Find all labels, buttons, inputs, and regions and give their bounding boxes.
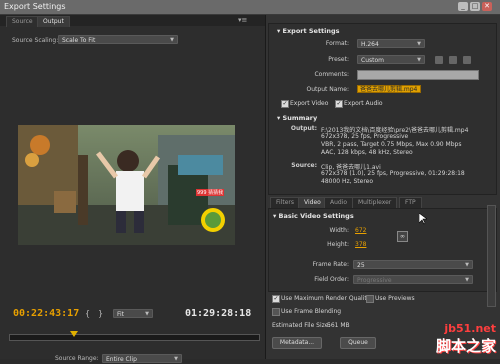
window-title: Export Settings bbox=[4, 2, 66, 11]
mouse-cursor-icon bbox=[419, 213, 427, 225]
maximize-icon[interactable]: □ bbox=[470, 2, 480, 11]
output-audio-info: AAC, 128 kbps, 48 kHz, Stereo bbox=[321, 149, 413, 156]
source-range-value: Entire Clip bbox=[106, 356, 137, 363]
source-summary-label: Source: bbox=[291, 162, 317, 169]
preset-value: Custom bbox=[361, 57, 384, 64]
chevron-down-icon: ▼ bbox=[170, 37, 174, 43]
tab-filters[interactable]: Filters bbox=[270, 197, 300, 208]
use-previews-checkbox[interactable] bbox=[366, 295, 374, 303]
output-bitrate-info: VBR, 2 pass, Target 0.75 Mbps, Max 0.90 … bbox=[321, 141, 462, 148]
file-size-label: Estimated File Size: bbox=[272, 322, 331, 329]
close-icon[interactable]: ✕ bbox=[482, 2, 492, 11]
settings-panel: ▾ Export Settings Format: H.264 ▼ Preset… bbox=[266, 15, 500, 359]
export-settings-panel: ▾ Export Settings Format: H.264 ▼ Preset… bbox=[268, 23, 497, 195]
preview-panel: Source Output ▾≡ Source Scaling: Scale T… bbox=[0, 15, 266, 363]
delete-preset-icon[interactable] bbox=[463, 56, 471, 64]
chevron-down-icon: ▼ bbox=[417, 41, 421, 47]
export-audio-checkbox[interactable]: ✓ bbox=[335, 100, 343, 108]
max-render-quality-checkbox[interactable]: ✓ bbox=[272, 295, 280, 303]
summary-title: ▾ Summary bbox=[277, 114, 318, 122]
watermark-url: jb51.net bbox=[444, 322, 496, 335]
field-order-value: Progressive bbox=[357, 277, 392, 284]
source-scaling-select[interactable]: Scale To Fit ▼ bbox=[58, 35, 178, 44]
file-size-value: 561 MB bbox=[327, 322, 350, 329]
tab-multiplexer[interactable]: Multiplexer bbox=[352, 197, 398, 208]
title-bar: Export Settings _ □ ✕ bbox=[0, 0, 500, 15]
export-video-label: Export Video bbox=[290, 100, 329, 107]
duration-timecode: 01:29:28:18 bbox=[185, 308, 252, 319]
format-value: H.264 bbox=[361, 41, 379, 48]
set-in-icon[interactable]: { bbox=[85, 309, 90, 318]
width-value[interactable]: 672 bbox=[355, 227, 366, 234]
comments-input[interactable] bbox=[357, 70, 479, 80]
output-summary-label: Output: bbox=[290, 125, 317, 132]
video-frame-image bbox=[18, 125, 235, 245]
watermark: jb51.net 脚本之家 bbox=[436, 322, 496, 356]
frame-rate-label: Frame Rate: bbox=[312, 261, 349, 268]
frame-rate-select[interactable]: 25 ▼ bbox=[353, 260, 473, 269]
frame-blending-checkbox[interactable] bbox=[272, 308, 280, 316]
set-out-icon[interactable]: } bbox=[98, 309, 103, 318]
source-video-info: 672x378 (1.0), 25 fps, Progressive, 01:2… bbox=[321, 170, 465, 177]
metadata-button[interactable]: Metadata... bbox=[272, 337, 322, 349]
chevron-down-icon: ▼ bbox=[174, 356, 178, 362]
video-overlay-text: 999 猜猜我 bbox=[196, 189, 225, 196]
field-order-select[interactable]: Progressive ▼ bbox=[353, 275, 473, 284]
playhead-icon[interactable] bbox=[70, 331, 78, 337]
export-audio-label: Export Audio bbox=[344, 100, 383, 107]
tab-output[interactable]: Output bbox=[37, 16, 70, 27]
format-label: Format: bbox=[325, 40, 349, 47]
chevron-down-icon: ▼ bbox=[417, 57, 421, 63]
basic-video-title: ▾ Basic Video Settings bbox=[273, 212, 354, 220]
minimize-icon[interactable]: _ bbox=[458, 2, 468, 11]
timeline-scrubber[interactable] bbox=[9, 331, 260, 341]
settings-scrollbar[interactable] bbox=[487, 205, 496, 307]
height-value[interactable]: 378 bbox=[355, 241, 366, 248]
field-order-label: Field Order: bbox=[314, 276, 349, 283]
output-video-info: 672x378, 25 fps, Progressive bbox=[321, 133, 409, 140]
tab-ftp[interactable]: FTP bbox=[399, 197, 422, 208]
zoom-value: Fit bbox=[117, 311, 125, 318]
chevron-down-icon: ▼ bbox=[465, 262, 469, 268]
tab-source[interactable]: Source bbox=[6, 16, 39, 27]
height-label: Height: bbox=[327, 241, 349, 248]
preset-select[interactable]: Custom ▼ bbox=[357, 55, 425, 64]
preset-label: Preset: bbox=[328, 56, 349, 63]
frame-rate-value: 25 bbox=[357, 262, 365, 269]
max-render-quality-label: Use Maximum Render Quality bbox=[281, 295, 371, 302]
watermark-site-name: 脚本之家 bbox=[435, 337, 496, 355]
export-settings-title: ▾ Export Settings bbox=[277, 27, 340, 35]
tab-audio[interactable]: Audio bbox=[324, 197, 354, 208]
frame-blending-label: Use Frame Blending bbox=[281, 308, 342, 315]
chain-link-icon[interactable]: ∞ bbox=[397, 231, 408, 242]
source-scaling-label: Source Scaling: bbox=[12, 37, 59, 44]
queue-button[interactable]: Queue bbox=[340, 337, 376, 349]
tab-video[interactable]: Video bbox=[298, 197, 327, 208]
zoom-select[interactable]: Fit ▼ bbox=[113, 309, 153, 318]
output-name-label: Output Name: bbox=[306, 86, 349, 93]
current-timecode[interactable]: 00:22:43:17 bbox=[13, 308, 79, 319]
basic-video-panel: ▾ Basic Video Settings Width: 672 Height… bbox=[268, 208, 497, 292]
panel-menu-icon[interactable]: ▾≡ bbox=[238, 16, 247, 24]
use-previews-label: Use Previews bbox=[375, 295, 415, 302]
format-select[interactable]: H.264 ▼ bbox=[357, 39, 425, 48]
import-preset-icon[interactable] bbox=[449, 56, 457, 64]
output-name-link[interactable]: 爸爸去哪儿剪辑.mp4 bbox=[357, 85, 421, 93]
comments-label: Comments: bbox=[314, 71, 349, 78]
chevron-down-icon: ▼ bbox=[145, 311, 149, 317]
video-preview: 999 猜猜我 bbox=[18, 125, 235, 245]
save-preset-icon[interactable] bbox=[435, 56, 443, 64]
preview-tabs: Source Output ▾≡ bbox=[0, 15, 265, 27]
width-label: Width: bbox=[329, 227, 349, 234]
export-video-checkbox[interactable]: ✓ bbox=[281, 100, 289, 108]
source-scaling-value: Scale To Fit bbox=[62, 37, 96, 44]
chevron-down-icon: ▼ bbox=[465, 277, 469, 283]
source-audio-info: 48000 Hz, Stereo bbox=[321, 178, 374, 185]
